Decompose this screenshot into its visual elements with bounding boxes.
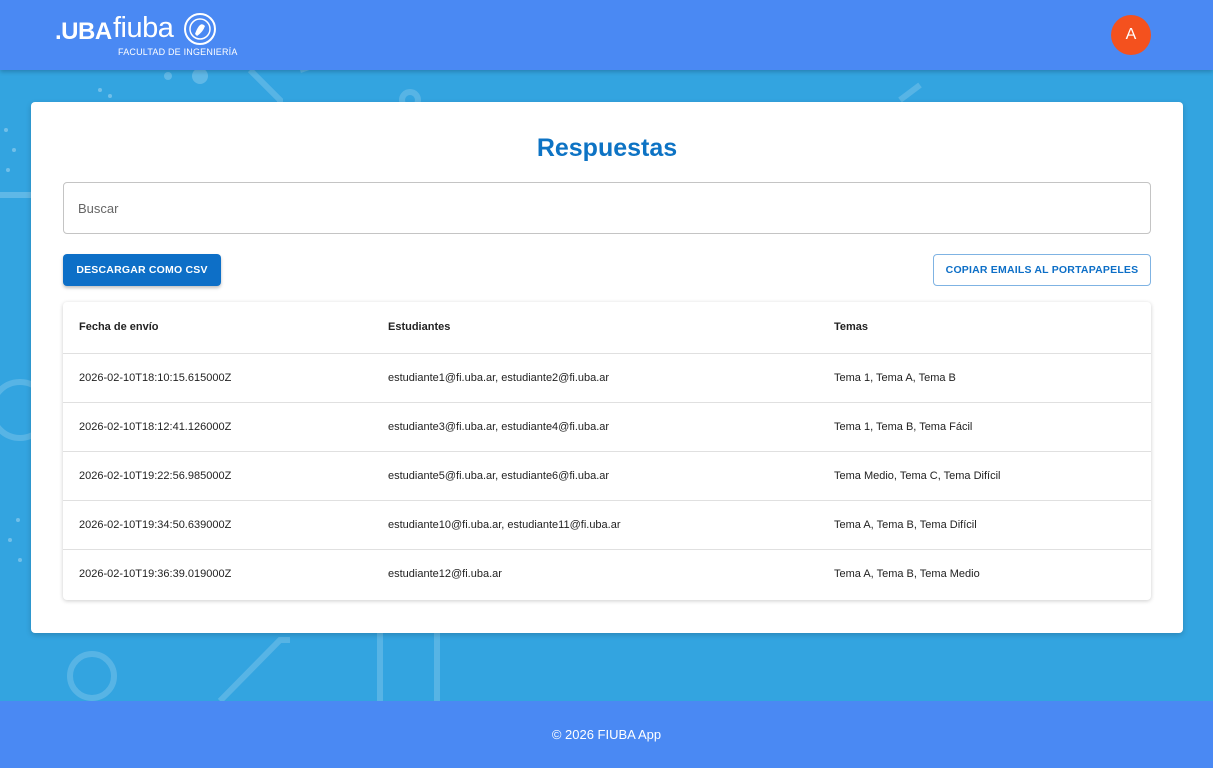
cell-estudiantes: estudiante5@fi.uba.ar, estudiante6@fi.ub… [372, 451, 818, 501]
cell-temas: Tema 1, Tema A, Tema B [818, 353, 1151, 403]
logo-uba-text: .UBA [55, 18, 112, 45]
footer-copyright: © 2026 FIUBA App [551, 727, 662, 742]
cell-fecha: 2026-02-10T19:22:56.985000Z [63, 451, 372, 501]
cell-fecha: 2026-02-10T19:36:39.019000Z [79, 567, 232, 580]
cell-estudiantes: estudiante10@fi.uba.ar, estudiante11@fi.… [372, 500, 818, 550]
table-row[interactable]: 2026-02-10T18:10:15.615000Z estudiante1@… [63, 353, 1151, 403]
column-header-fecha[interactable]: Fecha de envío [63, 302, 372, 354]
cell-temas: Tema A, Tema B, Tema Medio [834, 567, 980, 580]
cell-fecha: 2026-02-10T18:10:15.615000Z [63, 353, 372, 403]
table-row[interactable]: 2026-02-10T19:22:56.985000Z estudiante5@… [63, 451, 1151, 501]
app-footer: © 2026 FIUBA App [0, 701, 1213, 768]
page-title: Respuestas [536, 134, 678, 162]
user-avatar[interactable]: A [1111, 15, 1151, 55]
table-row[interactable]: 2026-02-10T19:36:39.019000Z estudiante12… [63, 549, 1151, 598]
cell-temas: Tema 1, Tema B, Tema Fácil [818, 402, 1151, 452]
cell-estudiantes: estudiante3@fi.uba.ar, estudiante4@fi.ub… [372, 402, 818, 452]
responses-table-container: Fecha de envío Estudiantes Temas 2026-02… [63, 302, 1151, 600]
column-header-estudiantes[interactable]: Estudiantes [372, 302, 818, 354]
logo-fiuba-text: fiuba [113, 12, 174, 44]
cell-estudiantes: estudiante12@fi.uba.ar [388, 567, 502, 580]
cell-fecha: 2026-02-10T18:12:41.126000Z [63, 402, 372, 452]
cell-temas: Tema A, Tema B, Tema Difícil [818, 500, 1151, 550]
search-field [63, 182, 1151, 234]
search-input[interactable] [64, 183, 1150, 233]
table-row[interactable]: 2026-02-10T18:12:41.126000Z estudiante3@… [63, 402, 1151, 452]
table-row[interactable]: 2026-02-10T19:34:50.639000Z estudiante10… [63, 500, 1151, 550]
download-csv-button[interactable]: DESCARGAR COMO CSV [63, 254, 221, 286]
logo-subtitle: FACULTAD DE INGENIERÍA [118, 47, 238, 57]
copy-emails-button[interactable]: COPIAR EMAILS AL PORTAPAPELES [933, 254, 1151, 286]
fiuba-seal-icon [184, 13, 216, 45]
cell-estudiantes: estudiante1@fi.uba.ar, estudiante2@fi.ub… [372, 353, 818, 403]
responses-card: Respuestas DESCARGAR COMO CSV COPIAR EMA… [31, 102, 1183, 633]
responses-table: Fecha de envío Estudiantes Temas 2026-02… [63, 302, 1151, 598]
column-header-temas[interactable]: Temas [818, 302, 1151, 354]
table-header-row: Fecha de envío Estudiantes Temas [63, 302, 1151, 354]
app-header: .UBA fiuba FACULTAD DE INGENIERÍA A [0, 0, 1213, 70]
cell-fecha: 2026-02-10T19:34:50.639000Z [63, 500, 372, 550]
cell-temas: Tema Medio, Tema C, Tema Difícil [818, 451, 1151, 501]
